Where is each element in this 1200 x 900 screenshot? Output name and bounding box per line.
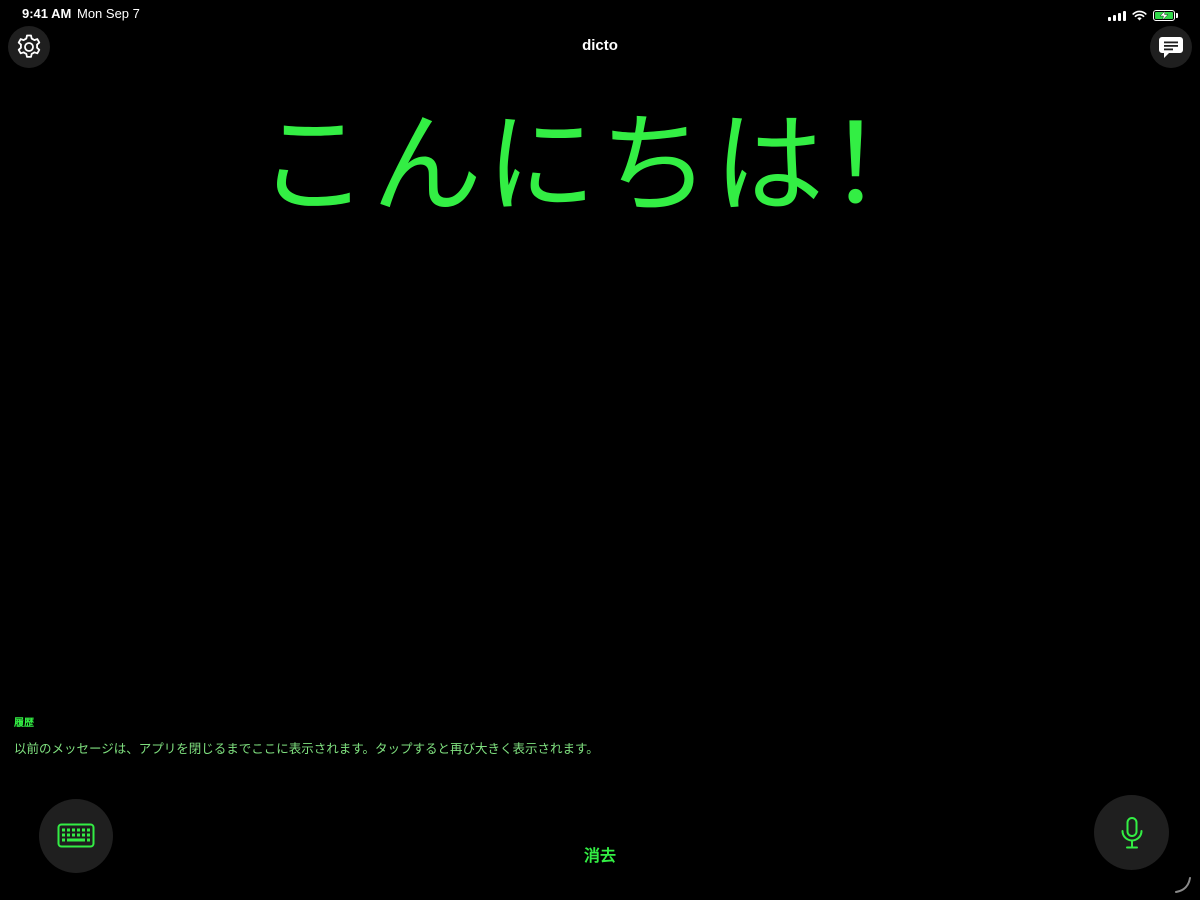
microphone-button[interactable]: [1094, 795, 1169, 870]
charging-bolt-icon: [1159, 10, 1169, 20]
clear-button[interactable]: 消去: [550, 842, 650, 866]
keyboard-button[interactable]: [39, 799, 113, 873]
microphone-icon: [1121, 816, 1142, 848]
main-message[interactable]: こんにちは！: [0, 95, 1200, 235]
history-section: 履歴 以前のメッセージは、アプリを閉じるまでここに表示されます。タップすると再び…: [14, 714, 1014, 757]
app-title: dicto: [582, 37, 618, 54]
chat-bubble-icon: [1159, 37, 1183, 58]
status-date: Mon Sep 7: [77, 6, 140, 21]
app-screen: 9:41 AM Mon Sep 7 dicto こんにちは！ 履歴 以前のメッセ…: [0, 0, 1200, 900]
cellular-signal-icon: [1108, 10, 1126, 21]
history-description: 以前のメッセージは、アプリを閉じるまでここに表示されます。タップすると再び大きく…: [14, 741, 599, 756]
status-time: 9:41 AM: [22, 6, 72, 21]
battery-icon: [1153, 9, 1175, 21]
history-chat-button[interactable]: [1150, 26, 1192, 68]
battery-cap: [1176, 12, 1178, 18]
history-title: 履歴: [14, 718, 34, 729]
status-bar: 9:41 AM Mon Sep 7: [0, 0, 1200, 28]
resize-handle-icon: [1175, 877, 1191, 893]
wifi-icon: [1132, 10, 1147, 20]
keyboard-icon: [57, 823, 95, 848]
status-indicators: [1108, 8, 1178, 22]
